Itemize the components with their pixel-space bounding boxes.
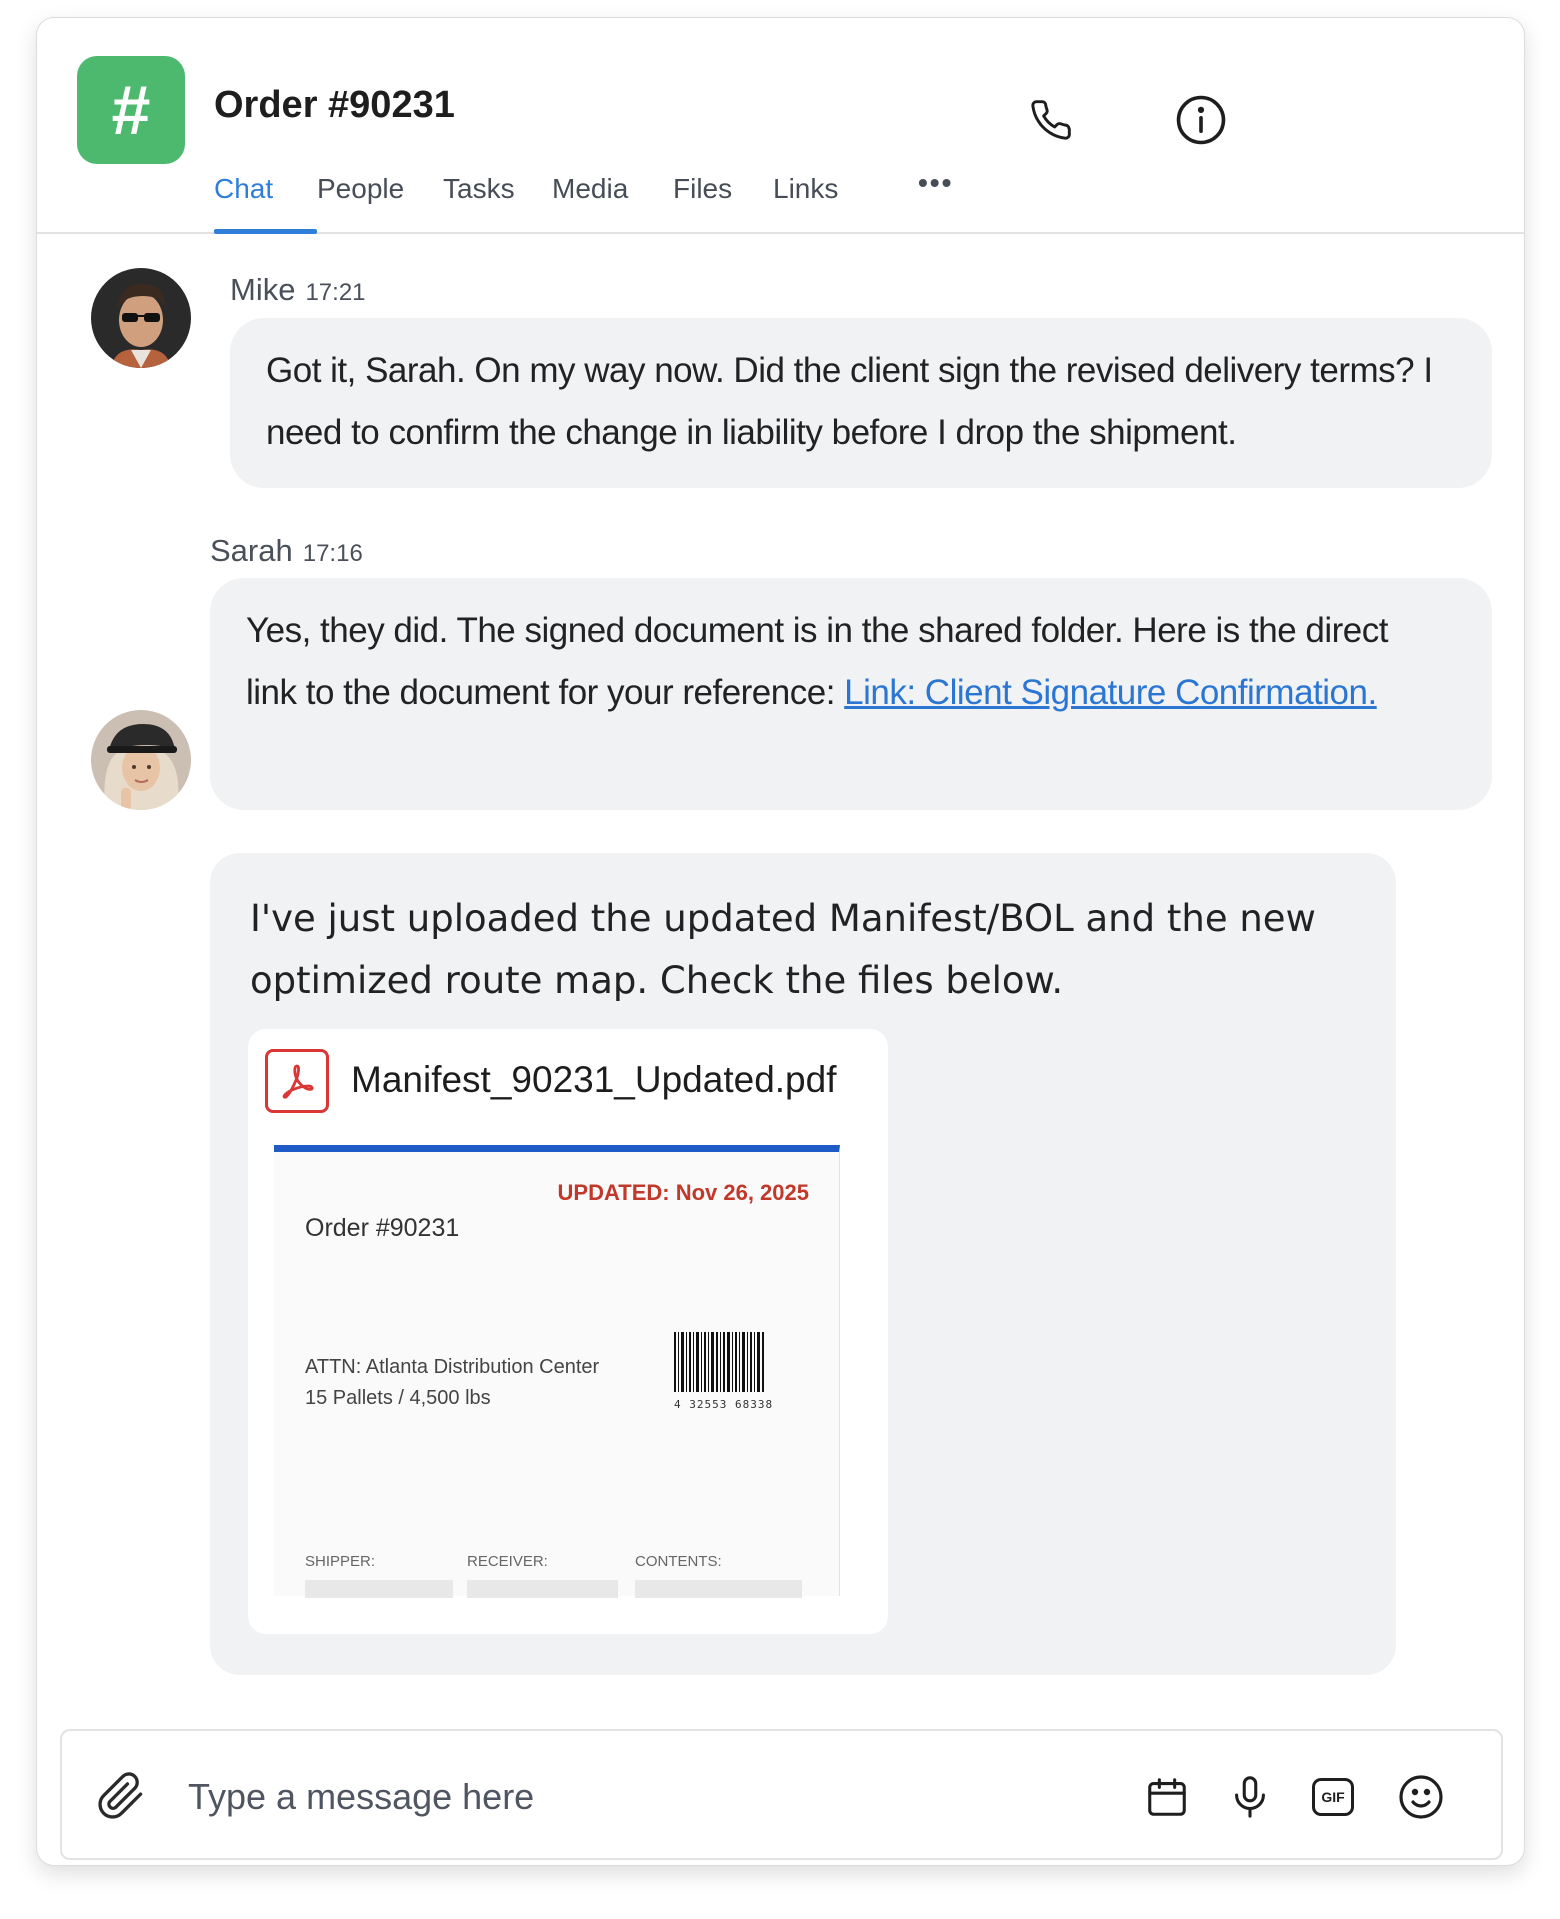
message-input[interactable]: [186, 1761, 990, 1833]
voice-button[interactable]: [1224, 1771, 1276, 1823]
tab-media[interactable]: Media: [552, 173, 673, 232]
preview-address: ATTN: Atlanta Distribution Center 15 Pal…: [305, 1352, 599, 1414]
barcode-bars: [674, 1332, 764, 1392]
calendar-icon: [1148, 1778, 1186, 1816]
tab-tasks[interactable]: Tasks: [443, 173, 552, 232]
channel-hash-icon: #: [77, 56, 185, 164]
info-icon: [1176, 95, 1226, 145]
schedule-button[interactable]: [1141, 1771, 1193, 1823]
gif-button[interactable]: GIF: [1307, 1771, 1359, 1823]
chat-window: # Order #90231 Chat People Tasks Media F…: [36, 17, 1525, 1866]
tab-chat[interactable]: Chat: [214, 173, 317, 234]
gif-icon: GIF: [1312, 1778, 1354, 1816]
message-text: Got it, Sarah. On my way now. Did the cl…: [266, 351, 1433, 452]
avatar-mike-image: [91, 268, 191, 368]
receiver-field: [467, 1580, 618, 1598]
message-bubble: I've just uploaded the updated Manifest/…: [210, 853, 1396, 1675]
message-text: Yes, they did. The signed document is in…: [246, 600, 1406, 724]
avatar-sarah[interactable]: [91, 710, 191, 810]
message-bubble: Got it, Sarah. On my way now. Did the cl…: [230, 318, 1492, 488]
tab-links[interactable]: Links: [773, 173, 918, 232]
emoji-icon: [1399, 1775, 1443, 1819]
barcode-number: 4 32553 68338: [674, 1398, 774, 1411]
avatar-sarah-image: [91, 710, 191, 810]
file-attachment[interactable]: Manifest_90231_Updated.pdf UPDATED: Nov …: [248, 1029, 888, 1634]
gif-label: GIF: [1321, 1789, 1345, 1805]
attach-button[interactable]: [96, 1771, 146, 1821]
barcode: 4 32553 68338: [674, 1332, 774, 1411]
sender-label: Mike 17:21: [230, 272, 366, 308]
contents-field: [635, 1580, 802, 1598]
channel-title: Order #90231: [214, 84, 455, 126]
sender-label: Sarah 17:16: [210, 533, 363, 569]
message-composer: GIF: [60, 1729, 1503, 1860]
shipper-label: SHIPPER:: [305, 1553, 376, 1570]
tab-files[interactable]: Files: [673, 173, 773, 232]
microphone-icon: [1235, 1776, 1265, 1818]
preview-weight: 15 Pallets / 4,500 lbs: [305, 1387, 491, 1409]
pdf-preview[interactable]: UPDATED: Nov 26, 2025 Order #90231 ATTN:…: [274, 1145, 840, 1598]
channel-header: # Order #90231 Chat People Tasks Media F…: [37, 18, 1524, 234]
client-signature-link[interactable]: Link: Client Signature Confirmation.: [844, 673, 1377, 712]
tab-people[interactable]: People: [317, 173, 443, 232]
more-tabs-button[interactable]: •••: [918, 167, 978, 226]
preview-attn: ATTN: Atlanta Distribution Center: [305, 1356, 600, 1378]
message-time: 17:21: [305, 279, 366, 306]
emoji-button[interactable]: [1395, 1771, 1447, 1823]
preview-order-number: Order #90231: [305, 1214, 460, 1242]
file-name[interactable]: Manifest_90231_Updated.pdf: [351, 1059, 836, 1101]
message-bubble: Yes, they did. The signed document is in…: [210, 578, 1492, 810]
sender-name[interactable]: Sarah: [210, 533, 293, 568]
paperclip-icon: [98, 1772, 143, 1819]
pdf-icon: [265, 1049, 329, 1113]
avatar-mike[interactable]: [91, 268, 191, 368]
channel-tabs: Chat People Tasks Media Files Links •••: [214, 167, 978, 234]
message-time: 17:16: [302, 540, 363, 567]
info-button[interactable]: [1171, 90, 1231, 150]
sender-name[interactable]: Mike: [230, 272, 295, 307]
updated-stamp: UPDATED: Nov 26, 2025: [557, 1180, 809, 1205]
call-button[interactable]: [1021, 90, 1081, 150]
message-text: I've just uploaded the updated Manifest/…: [250, 897, 1316, 1002]
contents-label: CONTENTS:: [635, 1553, 722, 1570]
shipper-field: [305, 1580, 453, 1598]
phone-icon: [1031, 100, 1071, 140]
receiver-label: RECEIVER:: [467, 1553, 548, 1570]
